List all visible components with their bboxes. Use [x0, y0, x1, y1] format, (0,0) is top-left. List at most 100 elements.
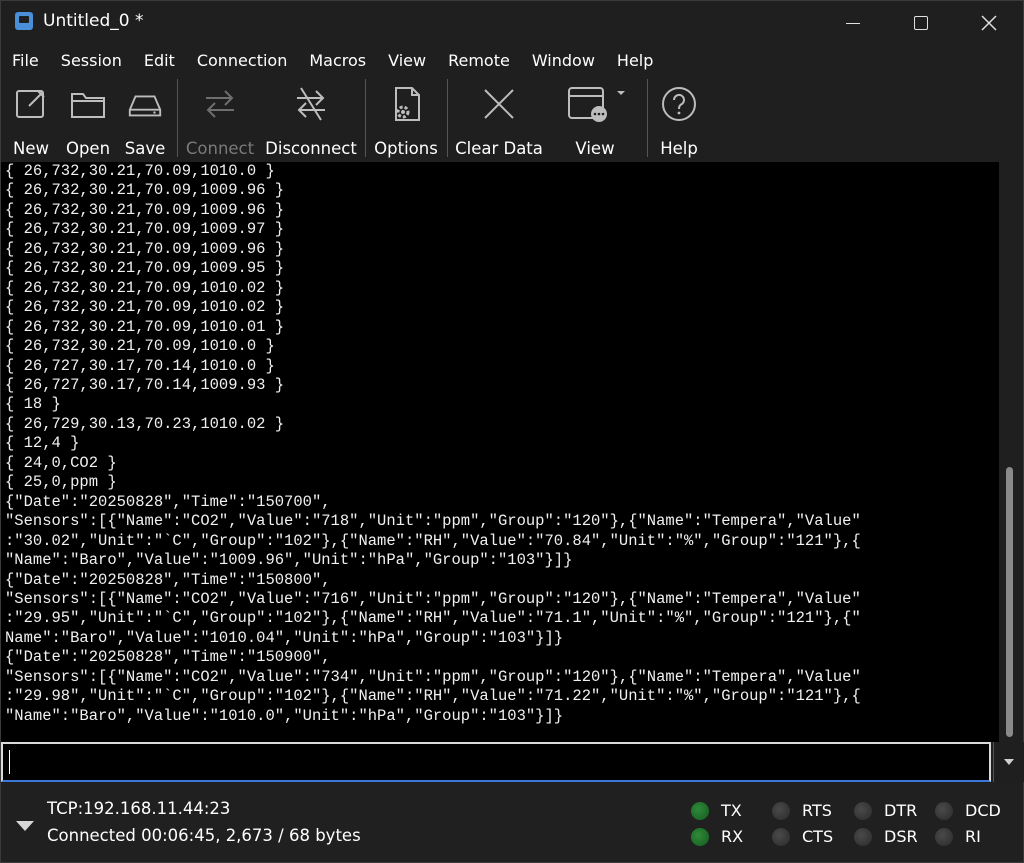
terminal-line: { 26,727,30.17,70.14,1010.0 }: [5, 356, 275, 375]
close-button[interactable]: [955, 1, 1023, 45]
view-icon: [563, 85, 627, 123]
send-input-box[interactable]: [1, 742, 991, 782]
title-bar[interactable]: Untitled_0 *: [1, 1, 1023, 45]
app-icon[interactable]: [15, 12, 33, 30]
rts-led-icon: [772, 801, 790, 820]
menu-remote[interactable]: Remote: [437, 49, 521, 73]
minimize-button[interactable]: [819, 1, 887, 45]
terminal-scrollbar[interactable]: [999, 162, 1023, 742]
open-button[interactable]: Open: [61, 75, 115, 159]
terminal-line: "Sensors":[{"Name":"CO2","Value":"718","…: [5, 512, 861, 531]
new-icon: [12, 85, 50, 123]
signal-dcd: DCD: [935, 801, 1001, 820]
terminal-line: { 18 }: [5, 395, 61, 414]
signal-dtr[interactable]: DTR: [854, 801, 917, 820]
connection-detail: Connected 00:06:45, 2,673 / 68 bytes: [47, 826, 361, 845]
terminal-line: { 26,732,30.21,70.09,1009.96 }: [5, 200, 285, 219]
save-label: Save: [124, 139, 166, 158]
connect-button[interactable]: Connect: [183, 75, 257, 159]
scrollbar-thumb[interactable]: [1006, 467, 1013, 737]
clear-data-button[interactable]: Clear Data: [453, 75, 545, 159]
menu-session[interactable]: Session: [50, 49, 133, 73]
maximize-button[interactable]: [887, 1, 955, 45]
chevron-down-icon: [1004, 759, 1014, 765]
signal-label: DSR: [884, 827, 918, 846]
close-icon: [981, 15, 997, 31]
terminal-line: :"29.95","Unit":"`C","Group":"102"},{"Na…: [5, 609, 861, 628]
terminal-line: { 26,732,30.21,70.09,1009.97 }: [5, 220, 285, 239]
new-button[interactable]: New: [5, 75, 57, 159]
text-caret: [9, 750, 10, 774]
toolbar-separator: [647, 79, 648, 157]
signal-label: RTS: [802, 801, 832, 820]
menu-connection[interactable]: Connection: [186, 49, 299, 73]
terminal-line: { 26,729,30.13,70.23,1010.02 }: [5, 414, 285, 433]
signal-label: CTS: [802, 827, 834, 846]
terminal-line: {"Date":"20250828","Time":"150900",: [5, 648, 331, 667]
send-input[interactable]: [7, 748, 981, 778]
signal-label: TX: [721, 801, 742, 820]
help-icon: [660, 85, 698, 123]
terminal-line: {"Date":"20250828","Time":"150700",: [5, 492, 331, 511]
signal-label: RX: [721, 827, 744, 846]
terminal-line: { 26,732,30.21,70.09,1009.95 }: [5, 259, 285, 278]
menu-view[interactable]: View: [377, 49, 437, 73]
options-label: Options: [374, 139, 438, 158]
terminal-line: { 26,732,30.21,70.09,1009.96 }: [5, 239, 285, 258]
window-title: Untitled_0 *: [43, 11, 144, 31]
cts-led-icon: [772, 827, 790, 846]
terminal-line: { 12,4 }: [5, 434, 80, 453]
menu-bar: File Session Edit Connection Macros View…: [1, 49, 1023, 73]
terminal-line: "Sensors":[{"Name":"CO2","Value":"716","…: [5, 589, 861, 608]
terminal-line: :"29.98","Unit":"`C","Group":"102"},{"Na…: [5, 687, 861, 706]
chevron-down-icon: [16, 821, 34, 831]
terminal-line: Name":"Baro","Value":"1010.04","Unit":"h…: [5, 628, 564, 647]
terminal-line: { 26,732,30.21,70.09,1010.0 }: [5, 162, 275, 180]
history-dropdown-button[interactable]: [993, 742, 1024, 782]
options-button[interactable]: Options: [371, 75, 441, 159]
terminal-line: :"30.02","Unit":"`C","Group":"102"},{"Na…: [5, 531, 861, 550]
terminal-line: "Sensors":[{"Name":"CO2","Value":"734","…: [5, 667, 861, 686]
view-label: View: [575, 139, 615, 158]
collapse-button[interactable]: [15, 817, 35, 836]
app-window: Untitled_0 * File Session Edit Connectio…: [0, 0, 1024, 863]
terminal-line: "Name":"Baro","Value":"1009.96","Unit":"…: [5, 551, 573, 570]
view-button[interactable]: View: [553, 75, 637, 159]
signal-cts: CTS: [772, 827, 833, 846]
signal-dsr: DSR: [854, 827, 918, 846]
signal-label: DCD: [965, 801, 1001, 820]
save-button[interactable]: Save: [119, 75, 171, 159]
disconnect-button[interactable]: Disconnect: [263, 75, 359, 159]
tx-led-icon: [691, 801, 709, 820]
options-icon: [387, 85, 425, 123]
menu-help[interactable]: Help: [606, 49, 664, 73]
disconnect-icon: [292, 85, 330, 123]
signal-label: DTR: [884, 801, 918, 820]
terminal-line: { 26,727,30.17,70.14,1009.93 }: [5, 375, 285, 394]
help-label: Help: [660, 139, 698, 158]
menu-edit[interactable]: Edit: [133, 49, 186, 73]
toolbar-separator: [447, 79, 448, 157]
disconnect-label: Disconnect: [265, 139, 357, 158]
signal-rts[interactable]: RTS: [772, 801, 832, 820]
save-icon: [126, 85, 164, 123]
terminal-line: { 26,732,30.21,70.09,1010.02 }: [5, 298, 285, 317]
terminal-line: { 26,732,30.21,70.09,1010.02 }: [5, 278, 285, 297]
open-icon: [69, 85, 107, 123]
toolbar-separator: [177, 79, 178, 157]
signal-label: RI: [965, 827, 981, 846]
new-label: New: [13, 139, 49, 158]
help-button[interactable]: Help: [653, 75, 705, 159]
connect-icon: [201, 85, 239, 123]
menu-file[interactable]: File: [1, 49, 50, 73]
dsr-led-icon: [854, 827, 872, 846]
terminal-output[interactable]: { 26,732,30.21,70.09,1010.0 } { 26,732,3…: [1, 162, 999, 742]
menu-window[interactable]: Window: [521, 49, 606, 73]
status-panel: TCP:192.168.11.44:23 Connected 00:06:45,…: [1, 783, 1023, 862]
signal-rx: RX: [691, 827, 743, 846]
menu-macros[interactable]: Macros: [298, 49, 377, 73]
connection-address: TCP:192.168.11.44:23: [47, 799, 231, 818]
terminal-line: { 26,732,30.21,70.09,1010.0 }: [5, 337, 275, 356]
clear-icon: [480, 85, 518, 123]
signal-tx: TX: [691, 801, 742, 820]
